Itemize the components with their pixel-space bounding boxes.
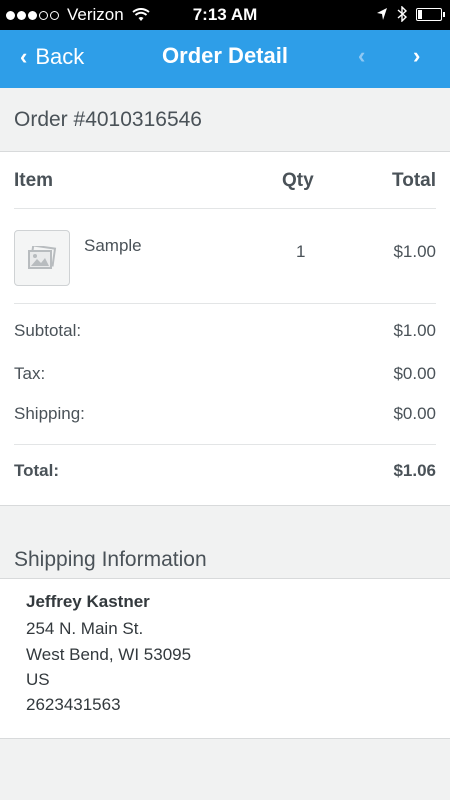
status-bar: Verizon 7:13 AM [0,0,450,30]
recipient-name: Jeffrey Kastner [26,592,150,611]
shipping-section-title: Shipping Information [14,548,207,571]
status-right [376,6,445,22]
bluetooth-icon [397,6,408,22]
phone-number[interactable]: 2623431563 [26,695,121,715]
column-header-item: Item [14,170,54,191]
location-arrow-icon [377,8,387,20]
order-items-card: Item Qty Total Sample 1 $1.00 Subtotal: … [0,152,450,506]
total-value: $1.06 [393,461,436,480]
page-title: Order Detail [162,43,288,68]
battery-icon [416,7,445,21]
subtotal-value: $1.00 [393,321,436,340]
shipping-label: Shipping: [14,404,85,423]
chevron-right-icon: › [413,43,421,68]
nav-bar: ‹ Back Order Detail ‹ › [0,30,450,88]
tax-value: $0.00 [393,364,436,383]
image-placeholder-icon [14,230,70,286]
item-qty: 1 [296,242,306,261]
subtotal-label: Subtotal: [14,321,82,340]
tax-label: Tax: [14,364,46,383]
total-label: Total: [14,461,60,480]
item-total: $1.00 [393,242,436,261]
address-city: West Bend, WI 53095 [26,645,192,664]
column-header-qty: Qty [282,170,314,191]
shipping-value: $0.00 [393,404,436,423]
order-number: Order #4010316546 [14,108,202,131]
order-number-header: Order #4010316546 [0,88,450,152]
item-name: Sample [84,236,142,255]
shipping-address-card: Jeffrey Kastner 254 N. Main St. West Ben… [0,579,450,739]
shipping-section-header: Shipping Information [0,506,450,579]
image-placeholder-icon [28,246,57,269]
column-header-total: Total [392,170,436,191]
divider [14,444,436,445]
divider [14,208,436,209]
previous-order-button[interactable]: ‹ [358,43,365,69]
address-street: 254 N. Main St. [26,619,144,638]
divider [14,303,436,304]
next-order-button[interactable]: › [413,43,420,69]
address-country: US [26,670,50,689]
chevron-left-icon: ‹ [358,43,366,68]
